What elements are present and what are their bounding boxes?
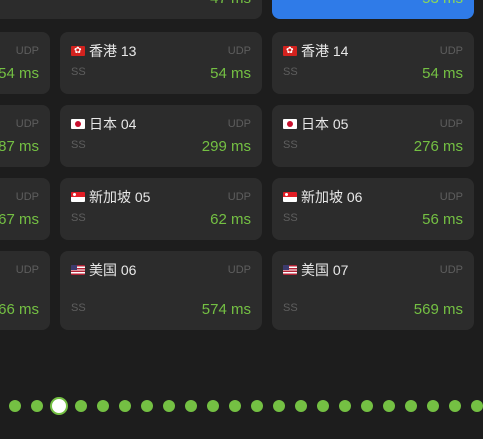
node-latency: 574 ms [201, 301, 251, 318]
page-indicator [0, 397, 483, 415]
node-card-partial-top-middle[interactable]: SS 47 ms [60, 0, 262, 19]
node-latency: 62 ms [210, 211, 251, 228]
page-dot[interactable] [163, 400, 175, 412]
node-latency: 54 ms [210, 65, 251, 82]
node-name: 美国 06 [71, 262, 136, 278]
proxy-node-panel: SS 47 ms SS 47 ms SS 53 ms UDP 54 ms UDP… [0, 0, 483, 439]
node-type: SS [283, 139, 298, 151]
node-type: SS [283, 212, 298, 224]
page-dot[interactable] [251, 400, 263, 412]
us-flag-icon [71, 265, 85, 275]
node-name-text: 美国 07 [301, 262, 349, 278]
node-protocol: UDP [227, 118, 251, 130]
node-latency: 569 ms [413, 301, 463, 318]
node-name: 香港 14 [283, 43, 348, 59]
page-dot[interactable] [361, 400, 373, 412]
japan-flag-icon [71, 119, 85, 129]
node-protocol: UDP [439, 191, 463, 203]
node-protocol: UDP [15, 118, 39, 130]
node-name-text: 新加坡 06 [301, 189, 363, 205]
singapore-flag-icon [283, 192, 297, 202]
node-card[interactable]: 新加坡 06 UDP SS 56 ms [272, 178, 474, 240]
node-protocol: UDP [227, 191, 251, 203]
node-latency: 67 ms [0, 211, 39, 228]
node-card-partial-left[interactable]: UDP 67 ms [0, 178, 50, 240]
node-type: SS [71, 0, 86, 4]
node-card[interactable]: 美国 07 UDP SS 569 ms [272, 251, 474, 330]
singapore-flag-icon [71, 192, 85, 202]
node-name: 新加坡 06 [283, 189, 362, 205]
page-dot[interactable] [229, 400, 241, 412]
node-type: SS [71, 302, 86, 314]
node-protocol: UDP [439, 45, 463, 57]
node-name-text: 日本 05 [301, 116, 349, 132]
node-latency: 53 ms [422, 0, 463, 8]
node-type: SS [71, 139, 86, 151]
page-dot[interactable] [449, 400, 461, 412]
node-card-partial-left[interactable]: UDP 66 ms [0, 251, 50, 330]
node-latency: 54 ms [0, 65, 39, 82]
node-name: 日本 05 [283, 116, 348, 132]
node-type: SS [283, 66, 298, 78]
node-card-selected[interactable]: SS 53 ms [272, 0, 474, 19]
node-card[interactable]: 香港 13 UDP SS 54 ms [60, 32, 262, 94]
node-name: 香港 13 [71, 43, 136, 59]
node-card[interactable]: 香港 14 UDP SS 54 ms [272, 32, 474, 94]
page-dot[interactable] [141, 400, 153, 412]
node-name-text: 香港 13 [89, 43, 137, 59]
node-name: 新加坡 05 [71, 189, 150, 205]
node-card-partial-left[interactable]: UDP 54 ms [0, 32, 50, 94]
page-dot[interactable] [273, 400, 285, 412]
node-name-text: 美国 06 [89, 262, 137, 278]
node-name-text: 日本 04 [89, 116, 137, 132]
page-dot[interactable] [339, 400, 351, 412]
node-latency: 87 ms [0, 138, 39, 155]
hong-kong-flag-icon [283, 46, 297, 56]
node-protocol: UDP [439, 264, 463, 276]
page-dot[interactable] [317, 400, 329, 412]
node-protocol: UDP [439, 118, 463, 130]
node-name-text: 香港 14 [301, 43, 349, 59]
node-latency: 54 ms [422, 65, 463, 82]
page-dot[interactable] [471, 400, 483, 412]
node-type: SS [283, 302, 298, 314]
page-dot[interactable] [31, 400, 43, 412]
node-name-text: 新加坡 05 [89, 189, 151, 205]
node-card[interactable]: 新加坡 05 UDP SS 62 ms [60, 178, 262, 240]
page-dot[interactable] [119, 400, 131, 412]
page-dot[interactable] [207, 400, 219, 412]
node-protocol: UDP [227, 45, 251, 57]
node-protocol: UDP [15, 264, 39, 276]
page-dot-current[interactable] [50, 397, 68, 415]
node-latency: 276 ms [413, 138, 463, 155]
us-flag-icon [283, 265, 297, 275]
page-dot[interactable] [97, 400, 109, 412]
page-dot[interactable] [9, 400, 21, 412]
japan-flag-icon [283, 119, 297, 129]
page-dot[interactable] [185, 400, 197, 412]
page-dot[interactable] [405, 400, 417, 412]
node-protocol: UDP [227, 264, 251, 276]
page-dot[interactable] [75, 400, 87, 412]
node-card[interactable]: 美国 06 UDP SS 574 ms [60, 251, 262, 330]
node-protocol: UDP [15, 191, 39, 203]
node-latency: 66 ms [0, 301, 39, 318]
node-card[interactable]: 日本 04 UDP SS 299 ms [60, 105, 262, 167]
node-latency: 47 ms [210, 0, 251, 8]
hong-kong-flag-icon [71, 46, 85, 56]
node-latency: 299 ms [201, 138, 251, 155]
node-card[interactable]: 日本 05 UDP SS 276 ms [272, 105, 474, 167]
node-name: 日本 04 [71, 116, 136, 132]
page-dot[interactable] [295, 400, 307, 412]
node-type: SS [71, 212, 86, 224]
page-dot[interactable] [427, 400, 439, 412]
node-protocol: UDP [15, 45, 39, 57]
node-name: 美国 07 [283, 262, 348, 278]
node-type: SS [71, 66, 86, 78]
node-latency: 56 ms [422, 211, 463, 228]
node-card-partial-left[interactable]: UDP 87 ms [0, 105, 50, 167]
page-dot[interactable] [383, 400, 395, 412]
node-type: SS [283, 0, 298, 4]
